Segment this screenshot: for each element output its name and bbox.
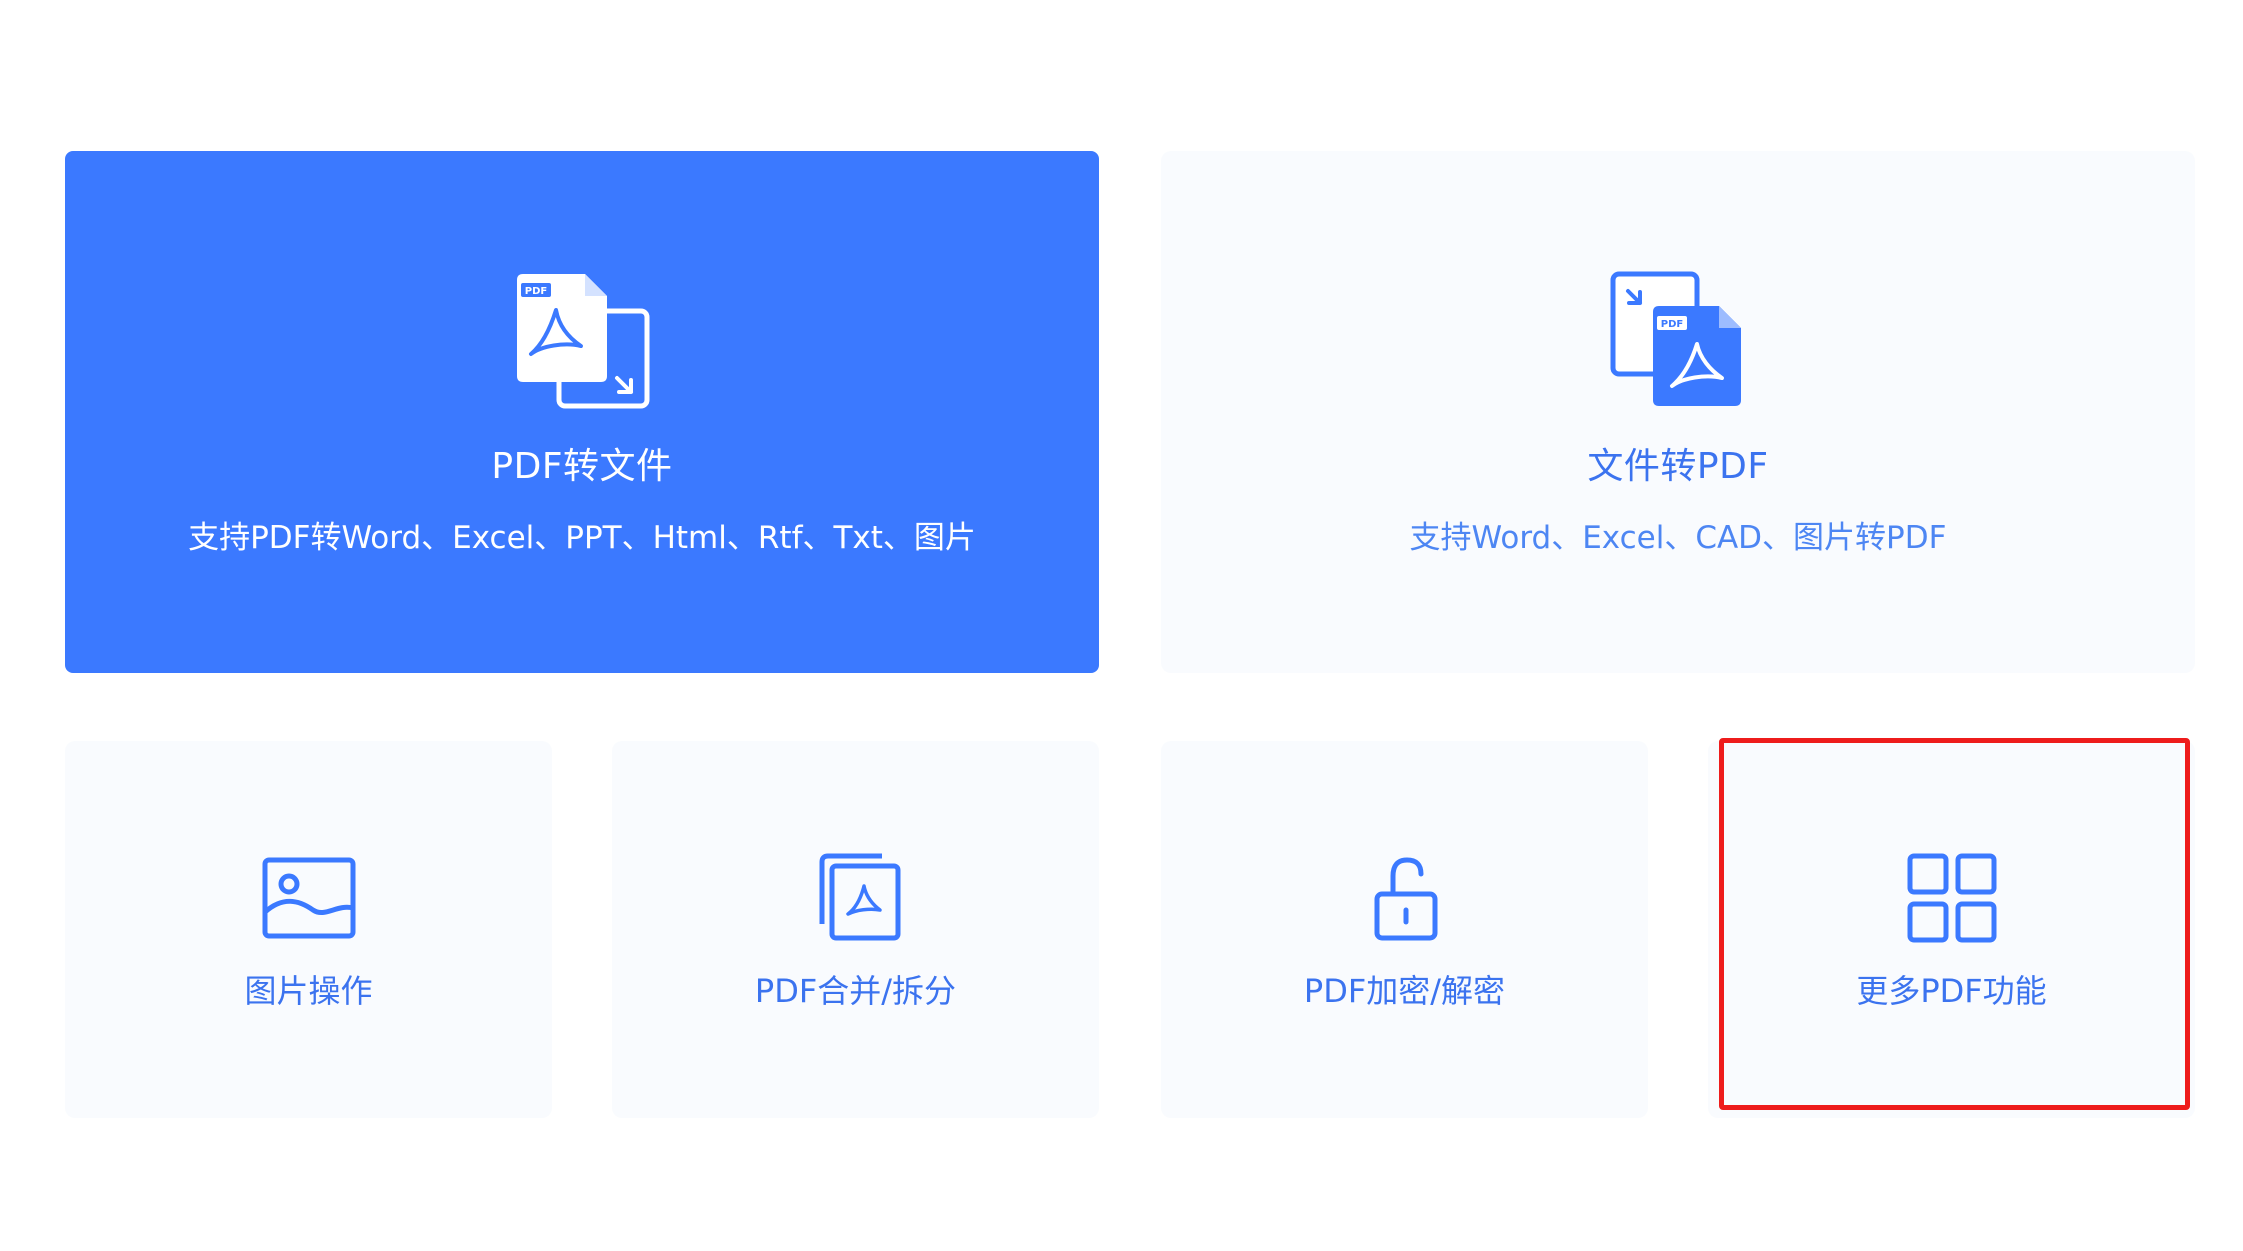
pdf-to-file-title: PDF转文件 — [491, 446, 673, 487]
pdf-badge-label: PDF — [525, 286, 547, 297]
pdf-encrypt-label: PDF加密/解密 — [1303, 972, 1506, 1010]
file-to-pdf-subtitle: 支持Word、Excel、CAD、图片转PDF — [1409, 520, 1947, 556]
file-to-pdf-card[interactable]: PDF 文件转PDF 支持Word、Excel、CAD、图片转PDF — [1161, 151, 2195, 673]
pdf-to-file-subtitle: 支持PDF转Word、Excel、PPT、Html、Rtf、Txt、图片 — [188, 520, 976, 556]
image-ops-label: 图片操作 — [244, 972, 373, 1010]
grid-icon — [1907, 853, 1996, 943]
pdf-encrypt-card[interactable]: PDF加密/解密 — [1161, 741, 1648, 1118]
image-icon — [262, 857, 355, 939]
file-to-pdf-icon: PDF — [1610, 271, 1741, 406]
pdf-merge-split-card[interactable]: PDF合并/拆分 — [612, 741, 1099, 1118]
pdf-to-file-icon: PDF — [517, 274, 650, 409]
image-ops-card[interactable]: 图片操作 — [65, 741, 552, 1118]
more-pdf-card[interactable]: 更多PDF功能 — [1708, 741, 2195, 1118]
file-to-pdf-title: 文件转PDF — [1587, 446, 1769, 487]
pdf-badge-label: PDF — [1661, 319, 1683, 330]
pdf-to-file-card[interactable]: PDF PDF转文件 支持PDF转Word、Excel、PPT、Html、Rtf… — [65, 151, 1099, 673]
unlock-icon — [1374, 857, 1437, 941]
pdf-merge-split-label: PDF合并/拆分 — [754, 972, 957, 1010]
pdf-pages-icon — [819, 853, 900, 941]
tool-grid: PDF PDF转文件 支持PDF转Word、Excel、PPT、Html、Rtf… — [0, 0, 2243, 1251]
more-pdf-label: 更多PDF功能 — [1856, 972, 2047, 1010]
